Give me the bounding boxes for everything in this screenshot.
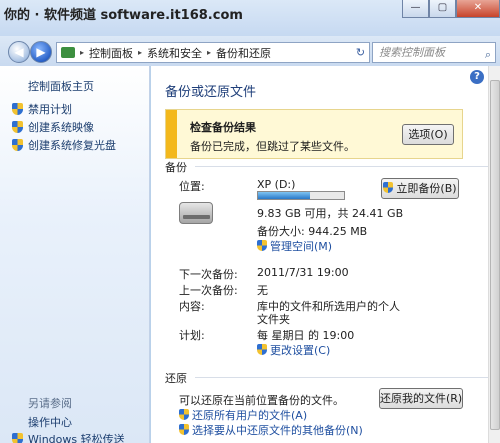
restore-section-label: 还原 [165, 372, 187, 385]
breadcrumb-system-security[interactable]: 系统和安全 [147, 45, 202, 61]
last-backup-label: 上一次备份: [179, 284, 238, 297]
watermark-text: 你的 · 软件频道 software.it168.com [4, 8, 243, 23]
change-settings-link[interactable]: 更改设置(C) [257, 342, 330, 358]
location-value: XP (D:) [257, 178, 296, 191]
breadcrumb-separator-icon: ▸ [80, 48, 85, 57]
backup-now-button[interactable]: 立即备份(B) [381, 178, 459, 199]
next-backup-label: 下一次备份: [179, 268, 238, 281]
maximize-button[interactable]: ▢ [429, 0, 456, 18]
next-backup-value: 2011/7/31 19:00 [257, 266, 349, 279]
backup-size-text: 备份大小: 944.25 MB [257, 225, 368, 238]
breadcrumb-control-panel[interactable]: 控制面板 [89, 45, 133, 61]
notice-message: 备份已完成，但跳过了某些文件。 [190, 140, 355, 153]
backup-section-divider [195, 166, 493, 167]
help-icon[interactable]: ? [470, 70, 484, 84]
search-placeholder: 搜索控制面板 [379, 46, 445, 59]
breadcrumb-separator-icon: ▸ [138, 48, 143, 57]
uac-shield-icon [179, 424, 189, 435]
sidebar: 控制面板主页 禁用计划 创建系统映像 创建系统修复光盘 另请参阅 操作中心 Wi… [0, 66, 150, 443]
restore-section-divider [195, 377, 493, 378]
backup-section-label: 备份 [165, 161, 187, 174]
sidebar-item-label: Windows 轻松传送 [28, 433, 125, 443]
breadcrumb-backup-restore[interactable]: 备份和还原 [216, 45, 271, 61]
sidebar-item-action-center[interactable]: 操作中心 [28, 414, 72, 430]
warning-stripe [166, 110, 177, 158]
forward-button[interactable]: ▶ [30, 41, 52, 63]
uac-shield-icon [257, 240, 267, 251]
schedule-label: 计划: [179, 329, 205, 342]
sidebar-item-label: 禁用计划 [28, 103, 72, 116]
sidebar-item-label: 创建系统映像 [28, 121, 94, 134]
hard-drive-icon [179, 202, 213, 224]
uac-shield-icon [383, 182, 394, 193]
uac-shield-icon [12, 121, 23, 133]
options-button[interactable]: 选项(O) [402, 124, 454, 145]
last-backup-value: 无 [257, 284, 268, 297]
sidebar-item-label: 创建系统修复光盘 [28, 139, 116, 152]
see-also-heading: 另请参阅 [28, 397, 72, 410]
location-label: 位置: [179, 180, 205, 193]
sidebar-item-create-image[interactable]: 创建系统映像 [12, 119, 94, 135]
minimize-button[interactable]: — [402, 0, 429, 18]
address-toolbar: ◀ ▶ ▸ 控制面板 ▸ 系统和安全 ▸ 备份和还原 ↻ 搜索控制面板 ⌕ [0, 36, 500, 66]
uac-shield-icon [12, 103, 23, 115]
main-panel: ? 备份或还原文件 检查备份结果 备份已完成，但跳过了某些文件。 选项(O) 备… [151, 66, 500, 443]
notice-title: 检查备份结果 [190, 121, 256, 134]
control-panel-icon [61, 47, 75, 58]
uac-shield-icon [12, 433, 23, 443]
uac-shield-icon [179, 409, 189, 420]
breadcrumb[interactable]: ▸ 控制面板 ▸ 系统和安全 ▸ 备份和还原 [56, 42, 356, 63]
contents-value-line2: 文件夹 [257, 313, 290, 326]
contents-label: 内容: [179, 300, 205, 313]
scrollbar-thumb[interactable] [490, 80, 500, 430]
disk-usage-fill [258, 192, 310, 199]
search-icon: ⌕ [484, 48, 491, 61]
select-other-backup-link[interactable]: 选择要从中还原文件的其他备份(N) [179, 422, 363, 438]
backup-result-notice: 检查备份结果 备份已完成，但跳过了某些文件。 选项(O) [165, 109, 463, 159]
title-bar: 你的 · 软件频道 software.it168.com — ▢ ✕ [0, 0, 500, 36]
uac-shield-icon [12, 139, 23, 151]
refresh-icon[interactable]: ↻ [352, 42, 370, 63]
page-title: 备份或还原文件 [165, 85, 257, 100]
window-controls: — ▢ ✕ [402, 0, 500, 18]
vertical-scrollbar[interactable] [488, 66, 500, 443]
disk-space-text: 9.83 GB 可用，共 24.41 GB [257, 207, 404, 220]
sidebar-item-disable-schedule[interactable]: 禁用计划 [12, 101, 72, 117]
schedule-value: 每 星期日 的 19:00 [257, 329, 355, 342]
sidebar-item-repair-disc[interactable]: 创建系统修复光盘 [12, 137, 116, 153]
manage-space-link[interactable]: 管理空间(M) [257, 238, 332, 254]
sidebar-item-easy-transfer[interactable]: Windows 轻松传送 [12, 431, 125, 443]
sidebar-home-link[interactable]: 控制面板主页 [28, 78, 94, 94]
back-button[interactable]: ◀ [8, 41, 30, 63]
breadcrumb-separator-icon: ▸ [207, 48, 212, 57]
restore-my-files-button[interactable]: 还原我的文件(R) [379, 388, 463, 409]
search-input[interactable]: 搜索控制面板 ⌕ [372, 42, 496, 63]
restore-description: 可以还原在当前位置备份的文件。 [179, 394, 344, 407]
uac-shield-icon [257, 344, 267, 355]
close-button[interactable]: ✕ [456, 0, 500, 18]
restore-all-users-link[interactable]: 还原所有用户的文件(A) [179, 407, 307, 423]
disk-usage-bar [257, 191, 345, 200]
